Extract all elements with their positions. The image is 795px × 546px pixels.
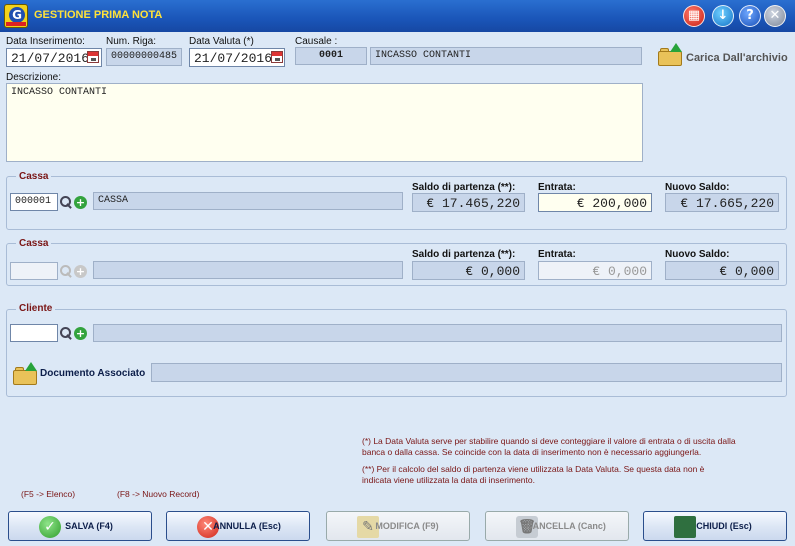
cliente-code-input[interactable] xyxy=(10,324,58,342)
cancella-label: CANCELLA (Canc) xyxy=(526,521,606,531)
salva-label: SALVA (F4) xyxy=(65,521,113,531)
data-inserimento-label: Data Inserimento: xyxy=(6,36,85,47)
cassa2-saldo-label: Saldo di partenza (**): xyxy=(412,249,516,260)
cliente-group xyxy=(6,309,787,397)
descrizione-label: Descrizione: xyxy=(6,72,62,83)
search-icon[interactable] xyxy=(59,264,73,278)
cassa-group-1-title: Cassa xyxy=(16,171,52,182)
cassa2-nuovo: € 0,000 xyxy=(719,264,774,279)
calendar-icon[interactable] xyxy=(271,51,283,63)
descrizione-value: INCASSO CONTANTI xyxy=(11,87,108,98)
f8-hint: (F8 -> Nuovo Record) xyxy=(117,489,200,499)
add-icon[interactable]: + xyxy=(74,327,87,340)
search-icon[interactable] xyxy=(59,326,73,340)
cliente-name-field xyxy=(93,324,782,342)
cassa1-entrata-input[interactable]: € 200,000 xyxy=(538,193,652,212)
cassa2-nuovo-label: Nuovo Saldo: xyxy=(665,249,730,260)
cancella-button[interactable]: 🗑 CANCELLA (Canc) xyxy=(485,511,629,541)
cassa1-saldo-field: € 17.465,220 xyxy=(412,193,525,212)
title-bar: G GESTIONE PRIMA NOTA ▦ ↓ ? ✕ xyxy=(0,0,795,32)
search-icon[interactable] xyxy=(59,195,73,209)
calendar-icon[interactable] xyxy=(87,51,99,63)
cassa2-code-input[interactable] xyxy=(10,262,58,280)
num-riga-field: 00000000485 xyxy=(106,48,182,66)
cassa1-entrata-label: Entrata: xyxy=(538,182,576,193)
cassa1-nuovo: € 17.665,220 xyxy=(680,196,774,211)
note-valuta-line1: (*) La Data Valuta serve per stabilire q… xyxy=(362,436,736,446)
note-saldo-line1: (**) Per il calcolo del saldo di partenz… xyxy=(362,464,705,474)
causale-code: 0001 xyxy=(318,50,343,61)
documento-field xyxy=(151,363,782,382)
add-icon[interactable]: + xyxy=(74,265,87,278)
cassa1-saldo-label: Saldo di partenza (**): xyxy=(412,182,516,193)
download-icon[interactable]: ↓ xyxy=(712,5,734,27)
causale-desc: INCASSO CONTANTI xyxy=(375,50,472,61)
modifica-button[interactable]: ✎ MODIFICA (F9) xyxy=(326,511,470,541)
window-title: GESTIONE PRIMA NOTA xyxy=(34,9,163,21)
cassa1-saldo: € 17.465,220 xyxy=(426,196,520,211)
add-icon[interactable]: + xyxy=(74,196,87,209)
help-icon[interactable]: ? xyxy=(739,5,761,27)
documento-associato-label: Documento Associato xyxy=(40,368,146,379)
data-valuta-label: Data Valuta (*) xyxy=(189,36,254,47)
cassa1-entrata: € 200,000 xyxy=(576,196,647,211)
folder-upload-icon[interactable] xyxy=(658,43,682,66)
calculator-icon[interactable]: ▦ xyxy=(683,5,705,27)
causale-code-field[interactable]: 0001 xyxy=(295,47,367,65)
cassa1-nuovo-label: Nuovo Saldo: xyxy=(665,182,730,193)
chiudi-label: CHIUDI (Esc) xyxy=(696,521,752,531)
cassa-group-2-title: Cassa xyxy=(16,238,52,249)
modifica-label: MODIFICA (F9) xyxy=(375,521,439,531)
cassa2-name-field xyxy=(93,261,403,279)
chiudi-button[interactable]: CHIUDI (Esc) xyxy=(643,511,787,541)
cliente-group-title: Cliente xyxy=(16,303,56,314)
carica-archivio-button[interactable]: Carica Dall'archivio xyxy=(686,52,788,64)
f5-hint: (F5 -> Elenco) xyxy=(21,489,76,499)
note-saldo-line2: indicata viene utilizzata la data di ins… xyxy=(362,475,535,485)
cassa1-name: CASSA xyxy=(98,195,129,206)
cassa1-code-input[interactable]: 000001 xyxy=(10,193,58,211)
cassa2-entrata-input[interactable]: € 0,000 xyxy=(538,261,652,280)
app-logo-icon: G xyxy=(4,4,28,28)
cassa2-nuovo-field: € 0,000 xyxy=(665,261,779,280)
cassa2-entrata-label: Entrata: xyxy=(538,249,576,260)
folder-upload-icon[interactable] xyxy=(13,362,37,385)
close-icon[interactable]: ✕ xyxy=(764,5,786,27)
causale-label: Causale : xyxy=(295,36,338,47)
num-riga-label: Num. Riga: xyxy=(106,36,157,47)
note-valuta-line2: banca o dalla cassa. Se coincide con la … xyxy=(362,447,702,457)
cassa1-code: 000001 xyxy=(15,196,52,207)
annulla-button[interactable]: ✕ ANNULLA (Esc) xyxy=(166,511,310,541)
data-inserimento-value: 21/07/2016 xyxy=(11,51,90,66)
num-riga-value: 00000000485 xyxy=(111,51,178,62)
data-valuta-value: 21/07/2016 xyxy=(194,51,273,66)
cassa1-nuovo-field: € 17.665,220 xyxy=(665,193,779,212)
salva-button[interactable]: ✓ SALVA (F4) xyxy=(8,511,152,541)
descrizione-textarea[interactable]: INCASSO CONTANTI xyxy=(6,83,643,162)
annulla-label: ANNULLA (Esc) xyxy=(213,521,281,531)
cassa2-saldo-field: € 0,000 xyxy=(412,261,525,280)
causale-desc-field: INCASSO CONTANTI xyxy=(370,47,642,65)
cassa2-entrata: € 0,000 xyxy=(592,264,647,279)
cassa2-saldo: € 0,000 xyxy=(465,264,520,279)
cassa1-name-field: CASSA xyxy=(93,192,403,210)
